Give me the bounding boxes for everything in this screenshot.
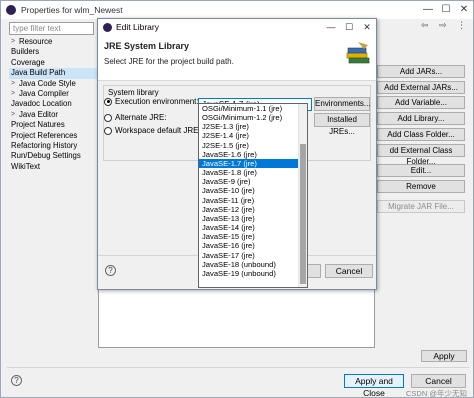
tree-item[interactable]: Project Natures [9,120,99,130]
scrollbar-thumb[interactable] [300,144,306,284]
cancel-button[interactable]: Cancel [411,374,466,388]
tree-item[interactable]: Java Code Style [9,79,99,90]
tree-item[interactable]: Builders [9,47,99,57]
side-button[interactable]: Add External JARs... [377,81,465,94]
finish-button[interactable] [307,264,321,278]
group-label: System library [108,88,159,97]
dropdown-option[interactable]: JavaSE-1.7 (jre) [199,158,307,169]
libraries-table[interactable] [98,288,375,348]
maximize-icon[interactable]: ☐ [437,1,455,19]
dropdown-option[interactable]: OSGi/Minimum-1.2 (jre) [199,113,307,122]
properties-title-bar: Properties for wlm_Newest — ☐ ✕ [1,1,473,19]
dropdown-option[interactable]: JavaSE-10 (jre) [199,186,307,195]
side-button[interactable]: Add Variable... [377,96,465,109]
banner-heading: JRE System Library [104,41,190,51]
dropdown-option[interactable]: J2SE-1.5 (jre) [199,141,307,150]
maximize-icon[interactable]: ☐ [340,19,358,35]
dialog-banner: JRE System Library Select JRE for the pr… [98,35,376,81]
dropdown-option[interactable]: JavaSE-19 (unbound) [199,269,307,278]
installed-jres-button[interactable]: Installed JREs... [314,113,370,136]
tree-item[interactable]: Javadoc Location [9,99,99,109]
tree-item[interactable]: Run/Debug Settings [9,151,99,161]
dropdown-option[interactable]: J2SE-1.4 (jre) [199,131,307,140]
environments-button[interactable]: Environments... [314,97,371,111]
tree-item[interactable]: Java Compiler [9,89,99,100]
dropdown-option[interactable]: JavaSE-13 (jre) [199,214,307,223]
tree-item[interactable]: Java Build Path [9,68,99,79]
dropdown-option[interactable]: JavaSE-17 (jre) [199,251,307,260]
apply-button[interactable]: Apply [421,350,467,362]
dropdown-option[interactable]: JavaSE-1.6 (jre) [199,150,307,159]
close-icon[interactable]: ✕ [358,19,376,35]
radio-off-icon [104,113,112,122]
side-button[interactable]: Add Class Folder... [377,128,465,141]
dropdown-option[interactable]: JavaSE-18 (unbound) [199,260,307,269]
help-icon[interactable]: ? [105,265,116,276]
dropdown-option[interactable]: JavaSE-1.8 (jre) [199,168,307,177]
tree-item[interactable]: Resource [9,37,99,48]
eclipse-icon [103,22,112,32]
properties-tree: ResourceBuildersCoverageJava Build PathJ… [9,37,99,172]
dropdown-option[interactable]: JavaSE-9 (jre) [199,177,307,186]
apply-and-close-button[interactable]: Apply and Close [344,374,404,398]
banner-subtitle: Select JRE for the project build path. [104,57,234,66]
filter-input[interactable]: type filter text [9,22,94,35]
dialog-title-bar: Edit Library — ☐ ✕ [98,19,376,35]
separator [7,367,469,368]
side-button[interactable]: Edit... [377,164,465,177]
side-button[interactable]: Remove [377,180,465,193]
tree-item[interactable]: Project References [9,131,99,141]
watermark: CSDN @年少无知 [406,389,467,398]
side-button[interactable]: Add Library... [377,112,465,125]
alternate-jre-radio[interactable]: Alternate JRE: [104,113,167,122]
dialog-title: Edit Library [116,22,159,32]
environment-dropdown-list[interactable]: OSGi/Minimum-1.1 (jre) OSGi/Minimum-1.2 (… [198,103,308,288]
minimize-icon[interactable]: — [419,1,437,19]
dropdown-option[interactable]: JavaSE-12 (jre) [199,205,307,214]
dialog-cancel-button[interactable]: Cancel [325,264,373,278]
tree-item[interactable]: WikiText [9,162,99,172]
library-books-icon [346,42,370,64]
dropdown-option[interactable]: J2SE-1.3 (jre) [199,122,307,131]
dropdown-option[interactable]: JavaSE-16 (jre) [199,241,307,250]
radio-off-icon [104,126,112,135]
dropdown-option[interactable]: JavaSE-11 (jre) [199,196,307,205]
help-icon[interactable]: ? [11,375,22,386]
eclipse-icon [6,5,16,15]
radio-on-icon [104,97,112,106]
tree-item[interactable]: Coverage [9,58,99,68]
nav-arrows[interactable]: ⇦ ⇨ ⋮ [421,20,470,31]
dropdown-option[interactable]: JavaSE-15 (jre) [199,232,307,241]
side-button[interactable]: Migrate JAR File... [377,200,465,213]
side-button[interactable]: Add JARs... [377,65,465,78]
dropdown-option[interactable]: OSGi/Minimum-1.1 (jre) [199,104,307,113]
tree-item[interactable]: Refactoring History [9,141,99,151]
properties-title: Properties for wlm_Newest [21,5,123,15]
execution-environment-radio[interactable]: Execution environment: [104,97,199,106]
dropdown-scrollbar[interactable] [298,104,307,287]
close-icon[interactable]: ✕ [455,1,473,19]
tree-item[interactable]: Java Editor [9,110,99,121]
minimize-icon[interactable]: — [322,19,340,35]
side-button[interactable]: dd External Class Folder... [377,144,465,166]
dropdown-option[interactable]: JavaSE-14 (jre) [199,223,307,232]
